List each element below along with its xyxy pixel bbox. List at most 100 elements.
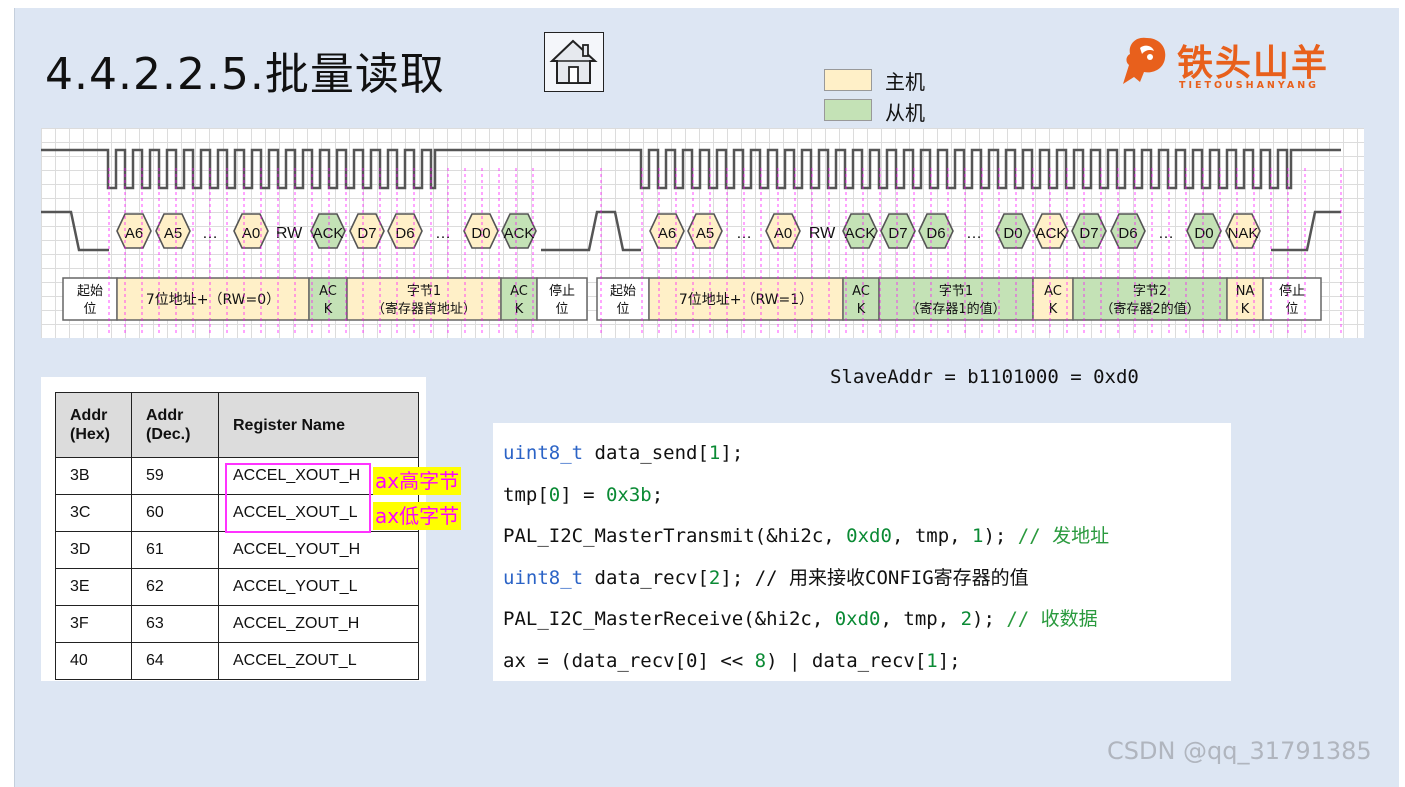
code-token: 1 <box>972 525 984 547</box>
table-cell: 3E <box>55 568 132 606</box>
f1-field-label: （寄存器首地址） <box>372 301 476 317</box>
f1-field-label: AC <box>510 284 528 299</box>
code-line: PAL_I2C_MasterTransmit(&hi2c, 0xd0, tmp,… <box>503 516 1221 558</box>
code-token: 0 <box>548 483 561 506</box>
code-token: tmp[ <box>503 483 549 506</box>
table-cell: 3F <box>55 605 132 643</box>
legend-slave-swatch <box>824 99 872 121</box>
f1-field-label: 起始 <box>77 284 103 299</box>
table-row: 3F 63 ACCEL_ZOUT_H <box>55 605 419 643</box>
code-token: uint8_t <box>503 566 584 589</box>
table-cell: 63 <box>131 605 219 643</box>
f1-bit-label: A5 <box>164 225 182 242</box>
f2-field-label: 位 <box>616 302 629 317</box>
f2-bit-label: D7 <box>1079 225 1098 242</box>
highlight-box <box>225 463 371 533</box>
f1-bit-label: ACK <box>504 225 535 242</box>
code-line: PAL_I2C_MasterReceive(&hi2c, 0xd0, tmp, … <box>503 599 1221 641</box>
code-token: 0xd0 <box>846 525 892 547</box>
f2-field-label: 字节2 <box>1133 284 1167 299</box>
f1-field-label: K <box>324 302 333 317</box>
annotation-ax-high: ax高字节 <box>373 467 462 495</box>
f2-field-label: 7位地址+（RW=1） <box>679 292 813 308</box>
f1-field-label: 位 <box>555 302 568 317</box>
f2-bit-label: A0 <box>774 225 792 242</box>
f1-bit-label: RW <box>276 225 303 242</box>
home-icon <box>549 39 598 84</box>
f2-bit-label: ACK <box>1036 225 1067 242</box>
table-cell: 3B <box>55 457 132 495</box>
f1-bit-label: ACK <box>313 225 344 242</box>
home-button[interactable] <box>544 32 604 92</box>
f1-field-label: 字节1 <box>407 284 441 299</box>
f2-field-label: NA <box>1236 284 1255 299</box>
f2-bit-label: A5 <box>696 225 714 242</box>
logo-subtitle: TIETOUSHANYANG <box>1179 80 1319 91</box>
f2-bit-label: A6 <box>658 225 676 242</box>
header-addr-dec: Addr (Dec.) <box>131 392 219 458</box>
f2-field-label: K <box>857 302 866 317</box>
f2-field-label: 字节1 <box>939 284 973 299</box>
f2-field-label: K <box>1241 302 1250 317</box>
f2-bit-label: … <box>966 225 982 242</box>
code-line: uint8_t data_recv[2]; // 用来接收CONFIG寄存器的值 <box>503 558 1221 600</box>
code-token: ]; // 用来接收CONFIG寄存器的值 <box>720 566 1029 589</box>
f2-bit-label: NAK <box>1228 225 1259 242</box>
table-cell: ACCEL_YOUT_H <box>218 531 419 569</box>
f2-field-label: 位 <box>1285 302 1298 317</box>
timing-diagram: A6 A5… A0 RW ACK D7 D6… D0 ACK A6 A5… A0 RW ACK D7 D6… D… <box>41 128 1364 338</box>
sda-start-1 <box>41 210 109 252</box>
f1-bit-label: D7 <box>357 225 376 242</box>
code-token: ; <box>651 483 664 506</box>
register-table: Addr (Hex) Addr (Dec.) Register Name 3B 5… <box>55 392 419 680</box>
code-token: ) | data_recv[ <box>766 649 927 672</box>
table-cell: 40 <box>55 642 132 680</box>
sda-stop-2 <box>1271 210 1341 252</box>
sda-stop-start <box>541 210 641 252</box>
code-token: ); <box>983 525 1018 547</box>
code-token: data_send[ <box>583 442 709 464</box>
table-cell: 61 <box>131 531 219 569</box>
f2-bit-label: D6 <box>926 225 945 242</box>
f2-field-label: AC <box>852 284 870 299</box>
code-token: 2 <box>960 608 973 630</box>
table-cell: ACCEL_ZOUT_H <box>218 605 419 643</box>
code-token: 0xd0 <box>834 608 881 630</box>
slave-address: SlaveAddr = b1101000 = 0xd0 <box>830 366 1139 388</box>
f1-field-label: 停止 <box>549 283 575 299</box>
f1-bit-label: A0 <box>242 225 260 242</box>
code-token: ]; <box>937 649 961 672</box>
code-token: ); <box>972 608 1007 630</box>
f2-bit-label: RW <box>809 225 836 242</box>
table-cell: 59 <box>131 457 219 495</box>
code-token: , tmp, <box>880 608 961 630</box>
scl-line <box>41 148 1341 190</box>
code-token: // 收数据 <box>1006 608 1098 630</box>
f2-bit-label: D0 <box>1003 225 1022 242</box>
table-row: 3E 62 ACCEL_YOUT_L <box>55 568 419 606</box>
code-line: uint8_t data_send[1]; <box>503 433 1221 475</box>
f2-field-label: 停止 <box>1279 283 1305 299</box>
annotation-ax-low: ax低字节 <box>373 502 462 530</box>
code-token: data_recv[ <box>583 566 709 589</box>
code-token: 8 <box>754 649 767 672</box>
f1-bit-label: D6 <box>395 225 414 242</box>
f1-bit-label: D0 <box>471 225 490 242</box>
code-line: ax = (data_recv[0] << 8) | data_recv[1]; <box>503 641 1221 683</box>
f1-field-label: 位 <box>83 302 96 317</box>
table-cell: 62 <box>131 568 219 606</box>
code-token: 0x3b <box>605 483 652 506</box>
legend-master-swatch <box>824 69 872 91</box>
code-line: tmp[0] = 0x3b; <box>503 475 1221 517</box>
code-token: 1 <box>926 649 938 672</box>
f1-bit-label: … <box>202 225 218 242</box>
code-token: , tmp, <box>891 525 973 547</box>
table-cell: 3C <box>55 494 132 532</box>
table-row: 40 64 ACCEL_ZOUT_L <box>55 642 419 680</box>
page-title: 4.4.2.2.5.批量读取 <box>45 49 445 100</box>
table-row: 3D 61 ACCEL_YOUT_H <box>55 531 419 569</box>
f1-bit-label: A6 <box>125 225 143 242</box>
table-cell: 64 <box>131 642 219 680</box>
header-addr-hex: Addr (Hex) <box>55 392 132 458</box>
legend-master-label: 主机 <box>885 70 925 94</box>
